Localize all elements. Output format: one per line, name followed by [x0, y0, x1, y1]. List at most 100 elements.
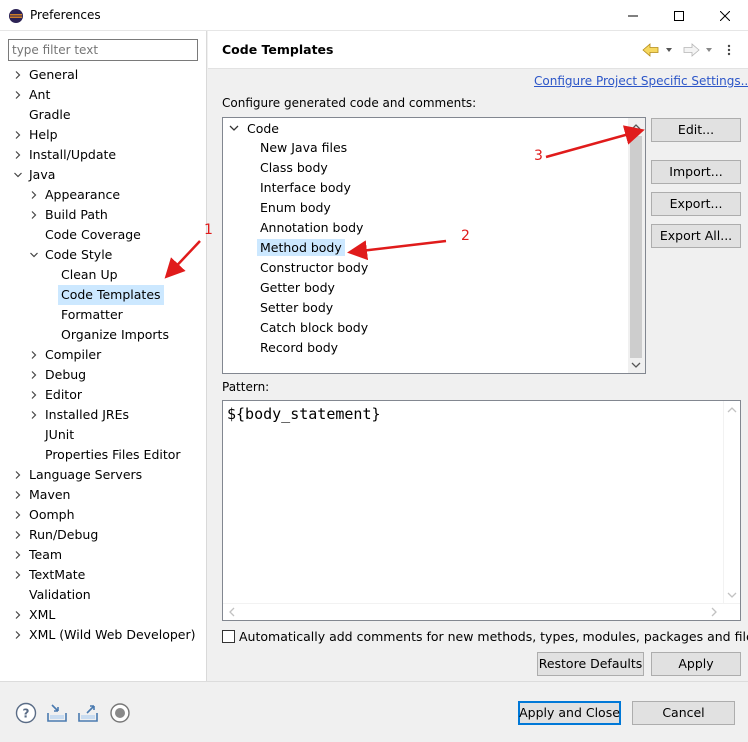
- pattern-label: Pattern:: [222, 380, 270, 394]
- template-item[interactable]: Record body: [257, 338, 341, 358]
- apply-and-close-button[interactable]: Apply and Close: [518, 701, 621, 725]
- tree-item-label: Run/Debug: [29, 527, 99, 542]
- tree-item-label: Language Servers: [29, 467, 143, 482]
- import-button[interactable]: Import...: [651, 160, 741, 184]
- chevron-right-icon[interactable]: [30, 191, 38, 199]
- chevron-right-icon[interactable]: [30, 411, 38, 419]
- tree-item-label: Validation: [29, 587, 91, 602]
- tree-item-label: Editor: [45, 387, 82, 402]
- close-button[interactable]: [702, 0, 748, 31]
- template-item-label: Record body: [260, 340, 339, 355]
- chevron-right-icon[interactable]: [14, 131, 22, 139]
- import-icon[interactable]: [46, 702, 68, 724]
- export-all-button[interactable]: Export All...: [651, 224, 741, 248]
- chevron-right-icon[interactable]: [14, 71, 22, 79]
- dialog-button-bar: ? Apply and Close Cancel: [0, 681, 748, 742]
- chevron-down-icon[interactable]: [14, 171, 22, 179]
- back-dropdown-icon[interactable]: [664, 43, 674, 57]
- template-item-label: Enum body: [260, 200, 331, 215]
- chevron-right-icon[interactable]: [30, 391, 38, 399]
- template-item[interactable]: Constructor body: [257, 258, 371, 278]
- chevron-right-icon[interactable]: [30, 371, 38, 379]
- tree-item-label: Formatter: [61, 307, 123, 322]
- tree-item-label: Installed JREs: [45, 407, 130, 422]
- template-item[interactable]: Method body: [257, 238, 345, 258]
- template-item[interactable]: Class body: [257, 158, 331, 178]
- tree-item-label: Clean Up: [61, 267, 118, 282]
- pattern-editor[interactable]: ${body_statement}: [222, 400, 741, 621]
- template-item-label: Getter body: [260, 280, 335, 295]
- tree-item-label: Build Path: [45, 207, 108, 222]
- template-item[interactable]: Annotation body: [257, 218, 366, 238]
- configure-project-settings-link[interactable]: Configure Project Specific Settings...: [534, 74, 748, 88]
- chevron-right-icon[interactable]: [14, 611, 22, 619]
- tree-item-label: Code Templates: [58, 285, 164, 305]
- tree-item-label: XML: [29, 607, 56, 622]
- template-item-label: Class body: [260, 160, 328, 175]
- scroll-up-icon[interactable]: [631, 122, 641, 132]
- chevron-right-icon[interactable]: [14, 511, 22, 519]
- chevron-right-icon[interactable]: [30, 351, 38, 359]
- chevron-right-icon[interactable]: [14, 551, 22, 559]
- tree-item-label: Ant: [29, 87, 51, 102]
- template-item-label: Catch block body: [260, 320, 369, 335]
- chevron-right-icon[interactable]: [14, 151, 22, 159]
- scroll-up-icon[interactable]: [727, 405, 737, 415]
- pattern-vertical-scrollbar[interactable]: [723, 401, 740, 604]
- record-icon[interactable]: [109, 702, 131, 724]
- template-item[interactable]: Catch block body: [257, 318, 371, 338]
- chevron-right-icon[interactable]: [14, 531, 22, 539]
- section-label: Configure generated code and comments:: [222, 96, 477, 110]
- scroll-down-icon[interactable]: [727, 590, 737, 600]
- forward-dropdown-icon[interactable]: [704, 43, 714, 57]
- annotation-label-1: 1: [204, 222, 213, 238]
- maximize-button[interactable]: [656, 0, 702, 31]
- apply-button[interactable]: Apply: [651, 652, 741, 676]
- edit-button[interactable]: Edit...: [651, 118, 741, 142]
- chevron-right-icon[interactable]: [30, 211, 38, 219]
- restore-defaults-button[interactable]: Restore Defaults: [537, 652, 644, 676]
- scroll-right-icon[interactable]: [709, 607, 719, 617]
- template-item[interactable]: Getter body: [257, 278, 338, 298]
- template-item[interactable]: Enum body: [257, 198, 334, 218]
- tree-item-label: Code Coverage: [45, 227, 141, 242]
- scroll-down-icon[interactable]: [631, 360, 641, 370]
- page-title: Code Templates: [222, 42, 334, 57]
- chevron-down-icon[interactable]: [30, 251, 38, 259]
- help-icon[interactable]: ?: [15, 702, 37, 724]
- auto-comments-label: Automatically add comments for new metho…: [239, 629, 748, 644]
- back-arrow-icon[interactable]: [642, 43, 660, 57]
- chevron-right-icon[interactable]: [14, 571, 22, 579]
- template-item[interactable]: New Java files: [257, 138, 350, 158]
- template-item[interactable]: Interface body: [257, 178, 354, 198]
- export-icon[interactable]: [77, 702, 99, 724]
- chevron-right-icon[interactable]: [14, 471, 22, 479]
- chevron-right-icon[interactable]: [14, 491, 22, 499]
- pattern-horizontal-scrollbar[interactable]: [223, 603, 740, 620]
- auto-comments-checkbox[interactable]: [222, 630, 235, 643]
- chevron-right-icon[interactable]: [14, 631, 22, 639]
- templates-tree[interactable]: Code New Java files Class body Interface b…: [222, 117, 646, 374]
- forward-arrow-icon[interactable]: [682, 43, 700, 57]
- tree-item-label: Properties Files Editor: [45, 447, 181, 462]
- template-item-label: Constructor body: [260, 260, 369, 275]
- page-header: Code Templates: [208, 31, 748, 69]
- tree-item-label: Code Style: [45, 247, 113, 262]
- chevron-right-icon[interactable]: [14, 91, 22, 99]
- template-item-label: Method body: [257, 239, 345, 256]
- chevron-down-icon[interactable]: [229, 123, 239, 133]
- minimize-button[interactable]: [610, 0, 656, 31]
- template-item-label: New Java files: [260, 140, 348, 155]
- tree-item-label: Install/Update: [29, 147, 117, 162]
- scroll-left-icon[interactable]: [227, 607, 237, 617]
- template-item[interactable]: Setter body: [257, 298, 336, 318]
- pattern-text[interactable]: ${body_statement}: [227, 405, 381, 423]
- scroll-thumb[interactable]: [630, 136, 642, 358]
- templates-scrollbar[interactable]: [628, 118, 645, 373]
- filter-input[interactable]: [8, 39, 198, 61]
- annotation-label-3: 3: [534, 148, 543, 164]
- export-button[interactable]: Export...: [651, 192, 741, 216]
- view-menu-icon[interactable]: [722, 43, 736, 57]
- tree-item-label: Compiler: [45, 347, 102, 362]
- cancel-button[interactable]: Cancel: [632, 701, 735, 725]
